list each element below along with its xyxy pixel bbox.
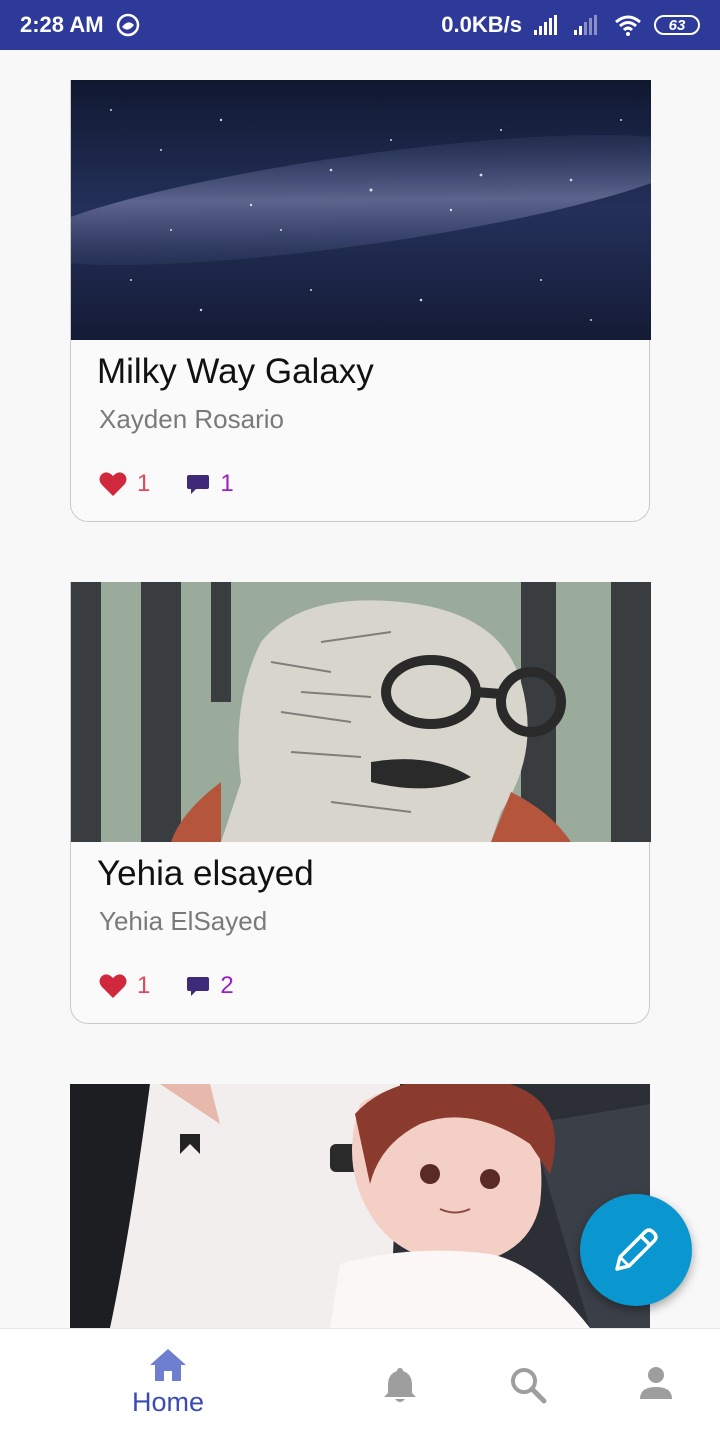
heart-icon (99, 974, 127, 998)
wifi-icon (615, 15, 641, 36)
comment-count: 2 (220, 972, 234, 999)
comment-count: 1 (220, 470, 234, 497)
battery-icon: 63 (654, 15, 700, 35)
person-icon (640, 1367, 672, 1399)
post-image-galaxy[interactable] (71, 80, 651, 340)
heart-icon (99, 472, 127, 496)
compose-button[interactable] (580, 1194, 692, 1306)
nav-notifications[interactable] (372, 1329, 428, 1440)
feed[interactable]: Milky Way Galaxy Xayden Rosario 1 1 Yehi… (0, 50, 720, 1328)
bell-icon (384, 1368, 416, 1402)
post-image-anime[interactable] (70, 1084, 650, 1328)
network-speed: 0.0KB/s (441, 12, 522, 37)
post-title[interactable]: Yehia elsayed (97, 854, 314, 894)
battery-level: 63 (668, 16, 686, 34)
post-card-body: Yehia elsayed Yehia ElSayed 1 2 (71, 842, 649, 1023)
signal-icon-2 (574, 15, 597, 35)
like-count: 1 (137, 972, 151, 999)
status-right: 0.0KB/s 63 (441, 12, 700, 38)
comment-button[interactable]: 1 (186, 470, 234, 498)
app-notification-icon (116, 13, 139, 37)
status-bar: 2:28 AM 0.0KB/s 63 (0, 0, 720, 50)
post-author[interactable]: Yehia ElSayed (99, 906, 267, 937)
nav-home-label: Home (131, 1387, 205, 1417)
status-left: 2:28 AM (20, 12, 140, 38)
signal-icon (534, 15, 557, 35)
status-time: 2:28 AM (20, 12, 104, 37)
comment-icon (187, 977, 210, 996)
bottom-navigation: Home (0, 1328, 720, 1440)
like-count: 1 (137, 470, 151, 497)
post-title[interactable]: Milky Way Galaxy (97, 352, 374, 392)
nav-search[interactable] (500, 1329, 556, 1440)
nav-home[interactable]: Home (118, 1329, 218, 1440)
post-author[interactable]: Xayden Rosario (99, 404, 284, 435)
post-card[interactable]: Yehia elsayed Yehia ElSayed 1 2 (70, 582, 651, 1024)
post-card[interactable] (70, 1084, 650, 1328)
post-card[interactable]: Milky Way Galaxy Xayden Rosario 1 1 (70, 80, 651, 522)
nav-profile[interactable] (628, 1329, 684, 1440)
like-button[interactable]: 1 (99, 470, 150, 498)
search-icon (511, 1368, 547, 1404)
pencil-icon (615, 1228, 658, 1271)
comment-icon (187, 475, 210, 494)
like-button[interactable]: 1 (99, 972, 150, 1000)
post-image-portrait[interactable] (71, 582, 651, 842)
comment-button[interactable]: 2 (186, 972, 234, 1000)
home-icon (150, 1349, 186, 1381)
post-card-body: Milky Way Galaxy Xayden Rosario 1 1 (71, 340, 649, 521)
post-stats: 1 2 (99, 972, 270, 1000)
post-stats: 1 1 (99, 470, 270, 498)
